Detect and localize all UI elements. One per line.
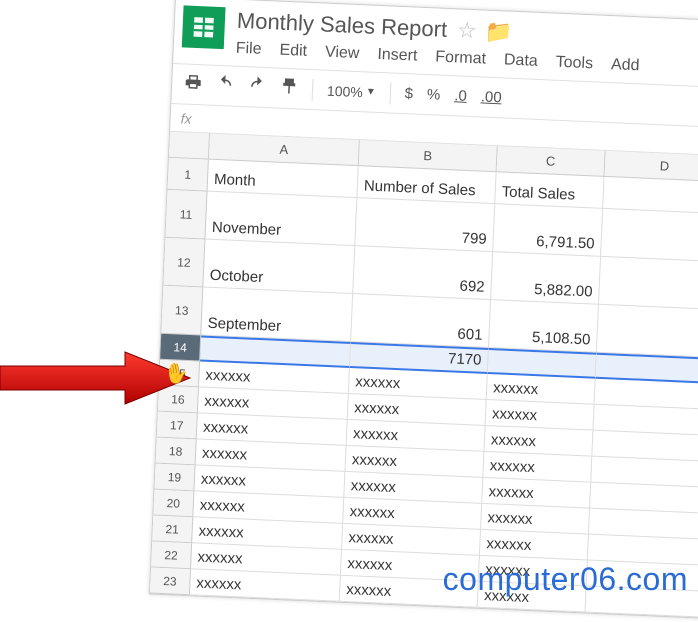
- cell[interactable]: [597, 305, 698, 358]
- star-icon[interactable]: ☆: [457, 17, 478, 44]
- percent-button[interactable]: %: [427, 86, 441, 104]
- redo-icon[interactable]: [248, 75, 267, 99]
- menu-file[interactable]: File: [235, 40, 262, 59]
- cell[interactable]: September: [201, 288, 353, 342]
- cell[interactable]: 692: [353, 246, 493, 300]
- cell[interactable]: 5,108.50: [489, 300, 599, 353]
- row-header[interactable]: 12: [163, 238, 205, 288]
- cell[interactable]: 6,791.50: [493, 204, 603, 257]
- grab-cursor-icon: ✋: [162, 359, 191, 388]
- folder-icon[interactable]: 📁: [484, 19, 513, 46]
- cell[interactable]: 5,882.00: [491, 252, 601, 305]
- menu-view[interactable]: View: [325, 44, 360, 63]
- increase-decimal-button[interactable]: .00: [480, 88, 502, 106]
- paint-format-icon[interactable]: [280, 77, 299, 101]
- currency-button[interactable]: $: [404, 85, 413, 102]
- print-icon[interactable]: [184, 72, 203, 96]
- menu-tools[interactable]: Tools: [555, 54, 593, 74]
- cell[interactable]: Total Sales: [495, 172, 604, 209]
- select-all-corner[interactable]: [169, 132, 210, 160]
- cell[interactable]: xxxxxx: [190, 569, 341, 602]
- row-header[interactable]: 1: [168, 158, 209, 192]
- menu-data[interactable]: Data: [504, 51, 539, 70]
- zoom-dropdown[interactable]: 100%▼: [327, 82, 376, 100]
- undo-icon[interactable]: [216, 74, 235, 98]
- cell[interactable]: [601, 209, 698, 262]
- row-header[interactable]: 20: [153, 490, 194, 518]
- menu-insert[interactable]: Insert: [377, 46, 418, 66]
- chevron-down-icon: ▼: [366, 86, 376, 97]
- cell[interactable]: November: [205, 192, 357, 246]
- cell[interactable]: [599, 257, 698, 310]
- cell[interactable]: 799: [355, 198, 495, 252]
- row-header[interactable]: 23: [150, 567, 191, 595]
- row-header[interactable]: 17: [157, 412, 198, 440]
- spreadsheet-window: Monthly Sales Report ☆ 📁 File Edit View …: [149, 0, 698, 619]
- row-header[interactable]: 13: [161, 286, 203, 336]
- fx-label: fx: [180, 110, 192, 126]
- row-header[interactable]: 11: [165, 190, 207, 240]
- menu-edit[interactable]: Edit: [279, 42, 307, 61]
- cell[interactable]: 601: [351, 294, 491, 348]
- cell[interactable]: October: [203, 240, 355, 294]
- watermark-text: computer06.com: [443, 561, 688, 598]
- menu-format[interactable]: Format: [435, 48, 486, 68]
- decrease-decimal-button[interactable]: .0: [454, 87, 467, 105]
- spreadsheet-grid: A B C D 1 Month Number of Sales Total Sa…: [150, 132, 698, 618]
- row-header[interactable]: 18: [156, 438, 197, 466]
- row-header[interactable]: 21: [152, 516, 193, 544]
- menu-addons[interactable]: Add: [611, 56, 640, 75]
- row-header[interactable]: 19: [154, 464, 195, 492]
- row-header[interactable]: 22: [151, 542, 192, 570]
- sheets-logo-icon[interactable]: [182, 5, 226, 49]
